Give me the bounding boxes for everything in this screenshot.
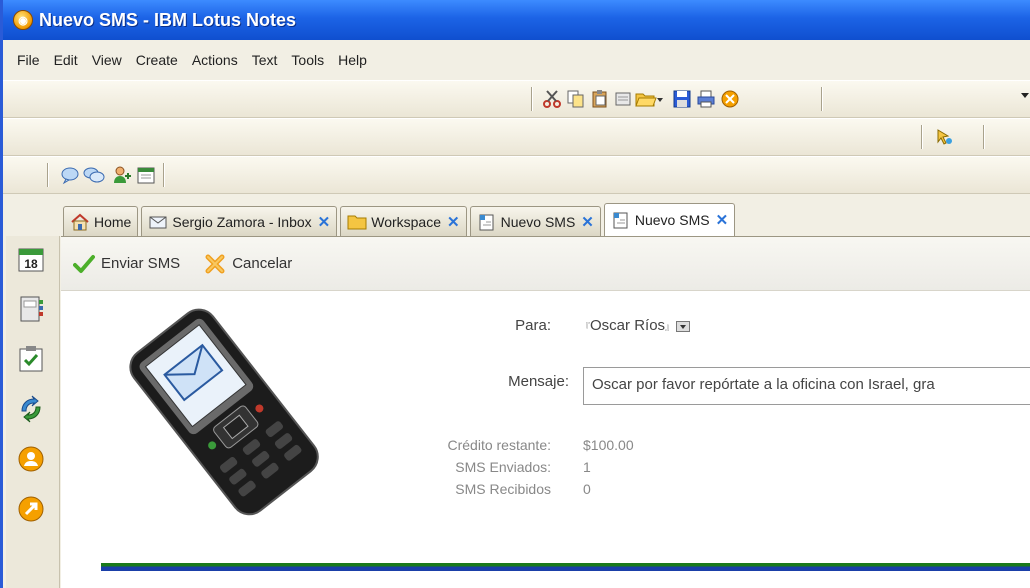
tab-label: Nuevo SMS	[634, 212, 710, 228]
toolbar-dropdown-arrow[interactable]	[1021, 93, 1029, 98]
open-folder-icon[interactable]	[635, 88, 657, 110]
toolbar-separator	[163, 163, 165, 187]
tab-strip: Home Sergio Zamora - Inbox ✕ Workspace ✕…	[63, 202, 1030, 236]
tab-label: Workspace	[371, 213, 442, 230]
footer-divider	[101, 563, 1030, 571]
menu-edit[interactable]: Edit	[54, 52, 78, 68]
title-bar[interactable]: ◉ Nuevo SMS - IBM Lotus Notes	[3, 0, 1030, 40]
bookmark-sidebar: 18	[6, 236, 60, 588]
chat-icon[interactable]	[59, 164, 81, 186]
paste-icon[interactable]	[589, 88, 611, 110]
close-icon[interactable]: ✕	[716, 211, 729, 229]
credit-label: Crédito restante:	[447, 437, 552, 453]
calendar-day: 18	[24, 257, 38, 271]
print-icon[interactable]	[695, 88, 717, 110]
toolbar-grip[interactable]	[921, 125, 923, 149]
tab-inbox[interactable]: Sergio Zamora - Inbox ✕	[141, 206, 338, 236]
credit-value: $100.00	[583, 437, 634, 453]
send-sms-label: Enviar SMS	[101, 255, 181, 272]
menu-text[interactable]: Text	[252, 52, 278, 68]
menu-bar: File Edit View Create Actions Text Tools…	[3, 40, 1030, 80]
navigate-icon[interactable]	[933, 126, 955, 148]
copy-icon[interactable]	[565, 88, 587, 110]
chat-toolbar	[3, 156, 1030, 194]
toolbar-grip[interactable]	[47, 163, 49, 187]
close-icon[interactable]: ✕	[581, 213, 594, 231]
lotus-notes-window: ◉ Nuevo SMS - IBM Lotus Notes File Edit …	[0, 0, 1030, 588]
sms-form: Enviar SMS Cancelar Para: 『Oscar Ríos』 M…	[61, 236, 1030, 588]
menu-view[interactable]: View	[92, 52, 122, 68]
people-icon[interactable]	[16, 444, 46, 474]
received-label: SMS Recibidos	[455, 481, 551, 497]
sent-value: 1	[583, 459, 591, 475]
menu-actions[interactable]: Actions	[192, 52, 238, 68]
replicate-icon[interactable]	[16, 394, 46, 424]
cut-icon[interactable]	[541, 88, 563, 110]
tab-label: Nuevo SMS	[500, 213, 576, 230]
print-preview-icon[interactable]	[613, 88, 635, 110]
tab-nuevo-sms[interactable]: Nuevo SMS ✕	[469, 206, 601, 236]
mobile-phone-image	[101, 293, 341, 523]
status-toolbar	[3, 118, 1030, 156]
address-dropdown-icon[interactable]	[676, 320, 691, 332]
save-icon[interactable]	[671, 88, 693, 110]
message-input[interactable]: Oscar por favor repórtate a la oficina c…	[583, 367, 1030, 405]
calendar-icon[interactable]: 18	[16, 244, 46, 274]
group-chat-icon[interactable]	[83, 164, 105, 186]
menu-help[interactable]: Help	[338, 52, 367, 68]
contacts-icon[interactable]	[16, 294, 46, 324]
tab-workspace[interactable]: Workspace ✕	[340, 206, 467, 236]
toolbar-grip[interactable]	[531, 87, 533, 111]
to-value: Oscar Ríos	[590, 317, 666, 334]
home-icon	[70, 213, 90, 231]
tab-label: Home	[94, 213, 132, 230]
to-label: Para:	[515, 317, 551, 334]
checkmark-icon	[73, 253, 95, 275]
field-bracket-open: 『	[581, 322, 591, 332]
tab-home[interactable]: Home	[63, 206, 139, 236]
folder-icon	[347, 213, 367, 231]
add-contact-icon[interactable]	[111, 164, 133, 186]
tab-nuevo-sms-active[interactable]: Nuevo SMS ✕	[603, 203, 736, 236]
stop-icon[interactable]	[719, 88, 741, 110]
form-icon	[611, 211, 631, 229]
close-icon[interactable]: ✕	[447, 213, 460, 231]
message-label: Mensaje:	[508, 373, 569, 390]
lotus-notes-icon: ◉	[13, 10, 33, 30]
cancel-label: Cancelar	[232, 255, 293, 272]
inbox-icon	[148, 213, 168, 231]
menu-create[interactable]: Create	[136, 52, 178, 68]
sent-label: SMS Enviados:	[455, 459, 551, 475]
to-field[interactable]: 『Oscar Ríos』	[581, 317, 691, 334]
menu-file[interactable]: File	[17, 52, 40, 68]
sametime-icon[interactable]	[16, 494, 46, 524]
action-bar: Enviar SMS Cancelar	[61, 237, 1030, 291]
todo-icon[interactable]	[16, 344, 46, 374]
chevron-down-icon[interactable]	[655, 88, 665, 110]
close-icon[interactable]: ✕	[318, 213, 331, 231]
calendar-small-icon[interactable]	[135, 164, 157, 186]
field-bracket-close: 』	[665, 322, 675, 332]
cancel-x-icon	[204, 253, 226, 275]
received-value: 0	[583, 481, 591, 497]
tab-label: Sergio Zamora - Inbox	[172, 213, 312, 230]
toolbar-separator	[821, 87, 823, 111]
send-sms-button[interactable]: Enviar SMS	[73, 253, 180, 275]
form-icon	[477, 213, 497, 231]
menu-tools[interactable]: Tools	[291, 52, 324, 68]
cancel-button[interactable]: Cancelar	[204, 253, 292, 275]
window-title: Nuevo SMS - IBM Lotus Notes	[39, 9, 297, 30]
toolbar-separator	[983, 125, 985, 149]
edit-toolbar	[3, 80, 1030, 118]
